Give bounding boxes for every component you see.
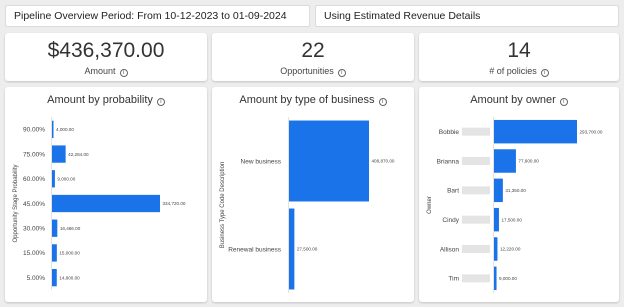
bar — [494, 178, 503, 203]
owner-name-placeholder — [462, 215, 490, 224]
period-text: Pipeline Overview Period: From 10-12-202… — [14, 10, 287, 22]
data-label: 12,220.00 — [500, 247, 521, 252]
data-label: 42,284.00 — [68, 152, 89, 157]
category-label: 45.00% — [23, 201, 45, 208]
axis-label: Owner — [427, 196, 433, 214]
kpi-card-policies[interactable]: 14 # of policies i — [419, 33, 619, 81]
kpi-amount-label-row: Amount i — [5, 66, 207, 77]
bar — [52, 268, 57, 287]
axis-label: Opportunity Stage Probability — [13, 164, 19, 242]
category-label: 75.00% — [23, 151, 45, 158]
owner-bar-chart: Owner Bobbie 293,700.00 Brianna 77,600.00 Bar… — [427, 117, 603, 293]
category-label: Bobbie — [439, 129, 460, 136]
data-label: 9,000.00 — [57, 176, 75, 181]
kpi-policies-label: # of policies — [489, 66, 537, 76]
data-label: 15,000.00 — [59, 251, 80, 256]
chart-card-business-type: Amount by type of business i Business Typ… — [212, 87, 414, 302]
probability-bar-chart: Opportunity Stage Probability 90.00% 4,000… — [13, 117, 186, 290]
owner-name-placeholder — [462, 186, 490, 195]
kpi-opportunities-label-row: Opportunities i — [212, 66, 414, 77]
bar — [52, 244, 57, 262]
category-label: Tim — [448, 276, 459, 283]
business-type-bar-chart: Business Type Code Description New busine… — [220, 117, 395, 293]
data-label: 31,350.00 — [505, 188, 526, 193]
kpi-amount-label: Amount — [84, 66, 116, 76]
owner-name-placeholder — [462, 245, 490, 253]
chart-card-owner: Amount by owner i Owner Bobbie 293,700.00 Br… — [419, 87, 619, 302]
axis-label: Business Type Code Description — [220, 162, 226, 249]
owner-name-placeholder — [462, 127, 490, 136]
data-label: 77,600.00 — [518, 159, 539, 164]
data-label: 334,720.00 — [163, 201, 186, 206]
bar — [52, 219, 58, 237]
kpi-amount-value: $436,370.00 — [47, 39, 165, 62]
info-icon[interactable]: i — [540, 69, 549, 77]
category-label: 30.00% — [23, 226, 45, 233]
kpi-opportunities-value: 22 — [301, 39, 325, 62]
data-label: 293,700.00 — [580, 129, 603, 134]
period-filter-pill[interactable]: Pipeline Overview Period: From 10-12-202… — [5, 5, 310, 27]
revenue-details-pill[interactable]: Using Estimated Revenue Details — [315, 5, 619, 27]
info-icon[interactable]: i — [119, 69, 128, 77]
data-label: 4,000.00 — [56, 127, 74, 132]
kpi-policies-label-row: # of policies i — [419, 66, 619, 77]
category-label: 15.00% — [23, 250, 45, 257]
bar — [289, 208, 295, 290]
kpi-policies-value: 14 — [507, 39, 531, 62]
kpi-opportunities-label: Opportunities — [280, 66, 334, 76]
bar — [289, 120, 369, 202]
owner-name-placeholder — [462, 157, 490, 165]
bar — [494, 149, 516, 173]
bar — [494, 237, 498, 261]
revenue-details-text: Using Estimated Revenue Details — [324, 10, 481, 22]
data-label: 408,870.00 — [372, 159, 395, 164]
data-label: 9,000.00 — [499, 276, 517, 281]
category-label: Brianna — [437, 158, 460, 165]
info-icon[interactable]: i — [337, 69, 346, 77]
data-label: 16,466.00 — [60, 226, 81, 231]
chart-card-probability: Amount by probability i Opportunity Stage… — [5, 87, 207, 302]
category-label: Renewal business — [228, 246, 282, 253]
kpi-card-opportunities[interactable]: 22 Opportunities i — [212, 33, 414, 81]
owner-name-placeholder — [462, 274, 490, 283]
data-label: 27,500.00 — [297, 247, 318, 252]
data-label: 17,500.00 — [501, 217, 522, 222]
kpi-card-amount[interactable]: $436,370.00 Amount i — [5, 33, 207, 81]
bar — [52, 120, 54, 139]
category-label: New business — [241, 158, 282, 165]
category-label: Allison — [440, 246, 460, 253]
category-label: 60.00% — [23, 176, 45, 183]
bar — [52, 145, 66, 163]
bar — [52, 170, 55, 188]
bar — [494, 266, 497, 291]
category-label: 5.00% — [27, 275, 46, 282]
bar — [494, 119, 577, 144]
category-label: Bart — [447, 188, 459, 195]
bar — [494, 207, 499, 232]
data-label: 14,800.00 — [59, 275, 80, 280]
category-label: Cindy — [442, 217, 459, 224]
category-label: 90.00% — [23, 127, 45, 134]
bar — [52, 194, 160, 213]
